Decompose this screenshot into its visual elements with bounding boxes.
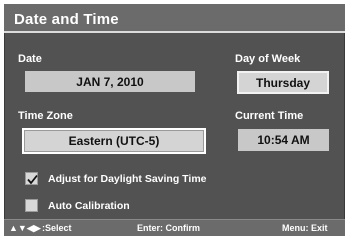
exit-hint: Menu: Exit — [282, 223, 328, 233]
time-zone-select[interactable]: Eastern (UTC-5) — [22, 128, 206, 154]
nav-arrows-icon: ▲▼◀▶ — [9, 223, 41, 233]
dialog-title: Date and Time — [14, 11, 119, 28]
footer-bar: ▲▼◀▶ :Select Enter: Confirm Menu: Exit — [4, 219, 345, 236]
day-of-week-label: Day of Week — [235, 53, 301, 65]
date-label: Date — [18, 53, 42, 65]
time-zone-label: Time Zone — [18, 110, 73, 122]
title-bar: Date and Time — [4, 4, 345, 33]
select-hint: :Select — [42, 223, 72, 233]
checkmark-icon — [27, 174, 38, 185]
auto-calibration-checkbox[interactable] — [25, 199, 38, 212]
date-field[interactable]: JAN 7, 2010 — [25, 71, 195, 92]
confirm-hint: Enter: Confirm — [137, 223, 200, 233]
day-of-week-field[interactable]: Thursday — [237, 71, 329, 94]
daylight-saving-checkbox[interactable] — [25, 172, 38, 185]
auto-calibration-label: Auto Calibration — [48, 200, 130, 212]
daylight-saving-label: Adjust for Daylight Saving Time — [48, 173, 207, 185]
current-time-label: Current Time — [235, 110, 304, 122]
current-time-field[interactable]: 10:54 AM — [238, 129, 329, 151]
